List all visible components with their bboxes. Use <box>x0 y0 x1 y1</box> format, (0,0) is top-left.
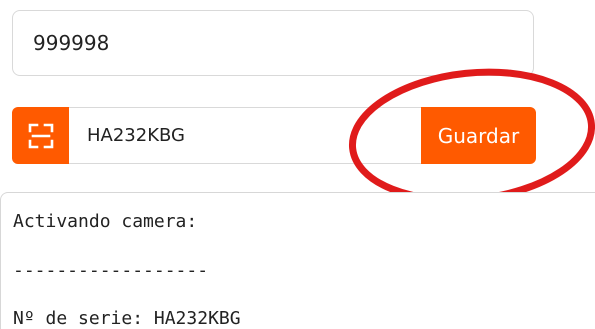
barcode-scan-icon <box>28 123 53 148</box>
save-button[interactable]: Guardar <box>421 107 536 164</box>
log-line: Nº de serie: HA232KBG <box>13 308 241 329</box>
save-button-label: Guardar <box>437 123 520 148</box>
log-line: ------------------ <box>13 260 209 281</box>
scan-button[interactable] <box>12 107 69 164</box>
log-line: Activando camera: <box>13 211 198 232</box>
code-input[interactable]: 999998 <box>12 10 534 76</box>
log-panel: Activando camera: ------------------ Nº … <box>0 192 595 329</box>
serial-number-input[interactable]: HA232KBG <box>69 107 421 164</box>
serial-number-value: HA232KBG <box>87 125 185 146</box>
serial-input-row: HA232KBG Guardar <box>12 107 536 164</box>
code-input-value: 999998 <box>33 31 110 55</box>
